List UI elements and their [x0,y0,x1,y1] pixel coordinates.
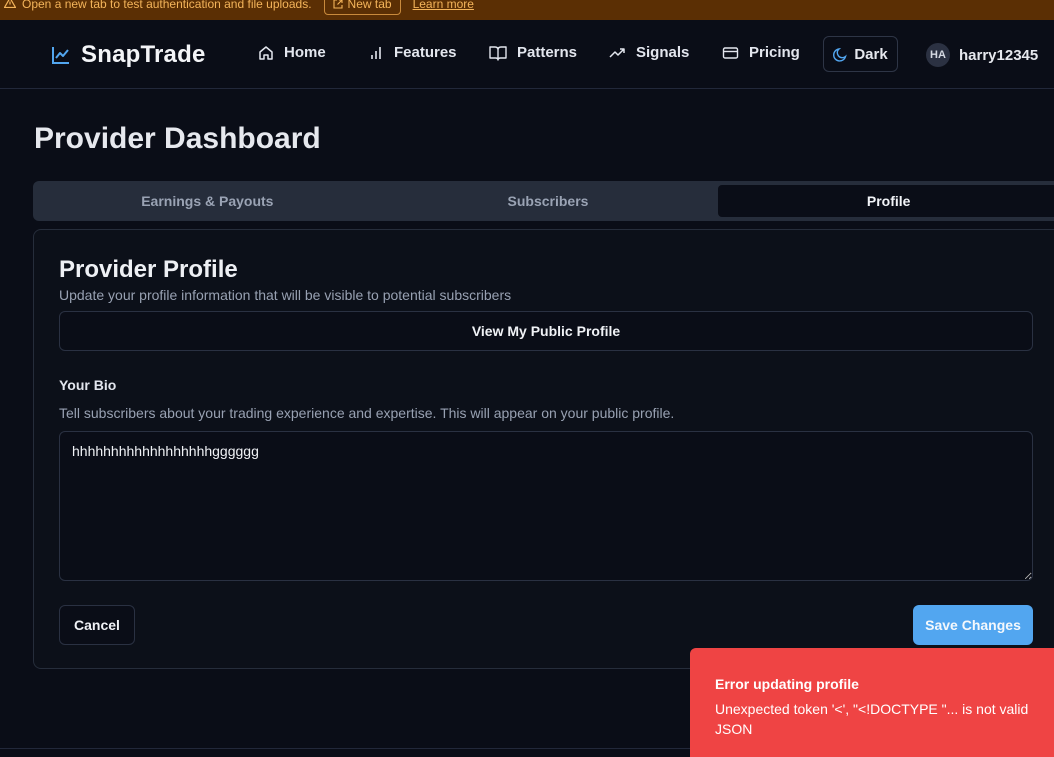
nav-signals-label: Signals [636,44,690,61]
theme-label: Dark [854,45,888,63]
home-icon [259,45,273,60]
toast-title: Error updating profile [715,676,859,692]
theme-toggle-button[interactable]: Dark [823,36,898,72]
banner-text: Open a new tab to test authentication an… [22,0,312,11]
chart-line-icon [52,47,69,64]
book-icon [489,45,507,61]
avatar: HA [926,43,950,67]
nav-features-label: Features [394,44,457,61]
nav-patterns-label: Patterns [517,44,578,61]
save-changes-button[interactable]: Save Changes [913,605,1033,645]
external-link-icon [332,0,343,9]
trending-up-icon [609,47,625,58]
toast-message: Unexpected token '<', "<!DOCTYPE "... is… [715,701,1029,737]
tab-profile[interactable]: Profile [718,185,1054,217]
brand-logo[interactable]: SnapTrade [51,41,206,69]
nav-home-label: Home [284,44,326,61]
nav-pricing-label: Pricing [749,44,800,61]
cancel-button[interactable]: Cancel [59,605,135,645]
notice-banner: Open a new tab to test authentication an… [0,0,1054,20]
username: harry12345 [959,46,1039,64]
nav-patterns[interactable]: Patterns [489,44,577,61]
error-toast[interactable]: Error updating profile Unexpected token … [690,648,1054,757]
tab-earnings-payouts[interactable]: Earnings & Payouts [37,185,378,217]
brand-name: SnapTrade [81,41,206,68]
nav-signals[interactable]: Signals [609,44,689,61]
page-title: Provider Dashboard [34,122,321,155]
bar-chart-icon [371,46,381,59]
moon-icon [833,47,848,62]
user-menu[interactable]: HA harry12345 [926,43,1038,67]
nav-pricing[interactable]: Pricing [722,44,800,61]
top-navbar: SnapTrade Home Features Patterns Signals… [0,20,1054,89]
bio-help-text: Tell subscribers about your trading expe… [59,405,675,421]
profile-card-title: Provider Profile [59,256,238,283]
credit-card-icon [722,46,739,59]
view-public-profile-button[interactable]: View My Public Profile [59,311,1033,351]
learn-more-link[interactable]: Learn more [413,0,474,11]
profile-card-subtitle: Update your profile information that wil… [59,287,512,303]
profile-card: Provider Profile Update your profile inf… [33,229,1054,669]
bio-textarea[interactable]: hhhhhhhhhhhhhhhhhhgggggg [59,431,1033,581]
nav-features[interactable]: Features [368,44,457,61]
tab-subscribers[interactable]: Subscribers [378,185,719,217]
new-tab-button[interactable]: New tab [323,0,401,15]
dashboard-tabs: Earnings & Payouts Subscribers Profile [33,181,1054,221]
new-tab-label: New tab [347,0,392,11]
bio-label: Your Bio [59,377,117,393]
warning-icon [3,0,17,11]
nav-home[interactable]: Home [258,44,326,61]
